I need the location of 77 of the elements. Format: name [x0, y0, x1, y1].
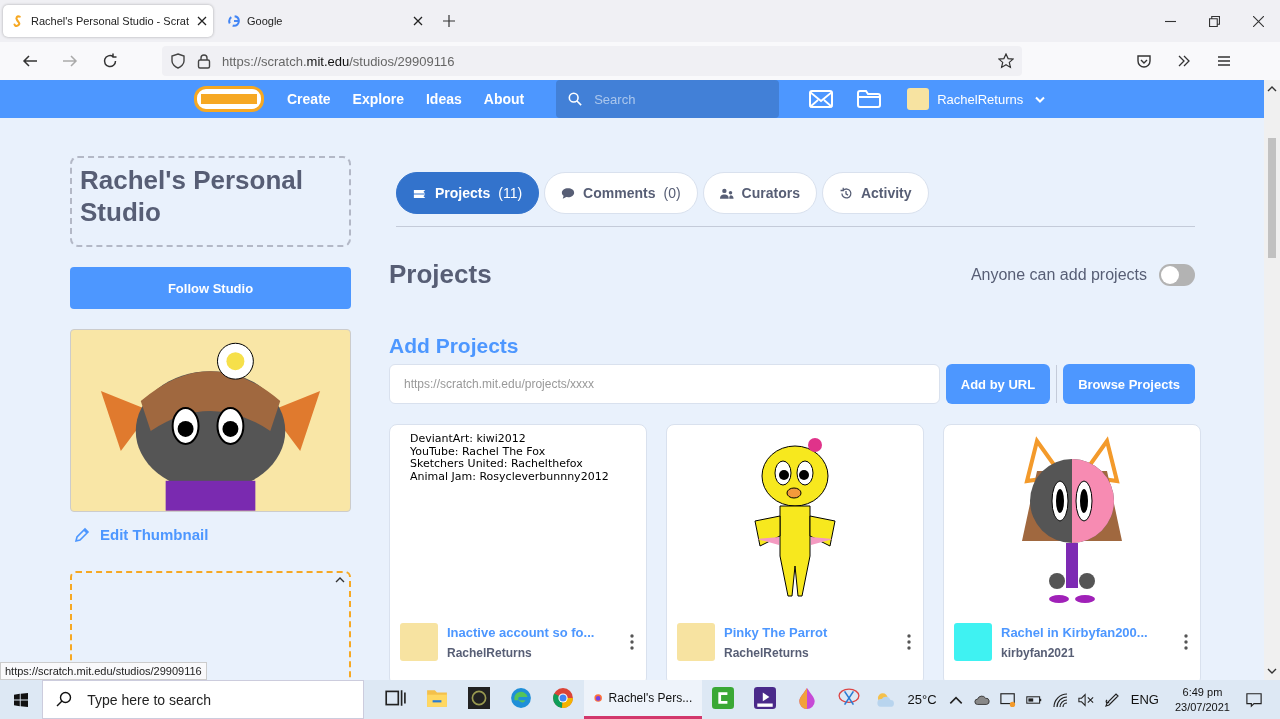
search-icon: [56, 691, 73, 707]
search-field[interactable]: Search: [556, 80, 780, 118]
pen-icon[interactable]: [1103, 691, 1120, 708]
close-tab-icon[interactable]: [413, 16, 423, 26]
pencil-icon: [74, 526, 90, 543]
studio-title: Rachel's Personal Studio: [80, 164, 304, 228]
chrome-icon: [552, 687, 575, 709]
clock[interactable]: 6:49 pm 23/07/2021: [1174, 684, 1230, 715]
browser-tab[interactable]: Google: [219, 5, 429, 37]
scroll-up-icon[interactable]: [1267, 86, 1277, 92]
people-icon: [719, 186, 734, 200]
app-icon: [712, 687, 735, 709]
project-card[interactable]: Rachel in Kirbyfan200... kirbyfan2021: [943, 424, 1201, 680]
more-options-icon[interactable]: [630, 634, 634, 650]
windows-start-icon[interactable]: [14, 691, 29, 708]
folder-icon[interactable]: [857, 90, 882, 108]
language-indicator[interactable]: ENG: [1130, 692, 1159, 707]
new-tab-icon[interactable]: [443, 15, 455, 27]
studio-title-box[interactable]: Rachel's Personal Studio: [70, 156, 351, 247]
bookmark-star-icon[interactable]: [998, 53, 1014, 69]
search-icon: [568, 92, 583, 106]
monitor-icon[interactable]: [999, 691, 1016, 708]
taskbar-search-field[interactable]: Type here to search: [42, 680, 365, 719]
project-author[interactable]: RachelReturns: [447, 645, 621, 660]
toggle-switch[interactable]: [1159, 263, 1195, 286]
google-favicon-icon: [227, 14, 241, 28]
app-icon: [468, 687, 491, 709]
more-options-icon[interactable]: [907, 634, 911, 650]
thumbnail-text: Animal Jam: Rosycleverbunnny2012: [410, 470, 610, 483]
scroll-down-icon[interactable]: [1267, 668, 1277, 674]
scroll-up-icon[interactable]: [335, 577, 345, 583]
history-icon: [838, 186, 853, 200]
scrollbar[interactable]: [1264, 80, 1280, 680]
caret-icon[interactable]: [1035, 95, 1046, 103]
folder-icon: [426, 687, 449, 709]
restore-icon[interactable]: [1209, 15, 1220, 27]
envelope-icon[interactable]: [809, 90, 834, 108]
temperature[interactable]: 25°C: [907, 692, 937, 707]
chevrons-icon[interactable]: [1176, 53, 1192, 69]
projects-heading: Projects: [389, 259, 492, 290]
tab[interactable]: Curators: [702, 172, 817, 214]
project-card[interactable]: DeviantArt: kiwi2012 YouTube: Rachel The Fox Sketchers United: Rachelthefox Animal Jam: Rosycleverbunnny2012 Inactive account so fo... RachelReturns: [389, 424, 647, 680]
address-bar[interactable]: https://scratch.mit.edu/studios/29909116: [162, 46, 1022, 76]
shield-icon: [170, 53, 186, 69]
tab[interactable]: Projects (11): [396, 172, 540, 214]
project-url-field[interactable]: https://scratch.mit.edu/projects/xxxx: [389, 364, 940, 404]
tab[interactable]: Comments (0): [544, 172, 698, 214]
add-projects-heading: Add Projects: [389, 334, 520, 358]
speech-bubble-icon: [561, 186, 576, 200]
scratch-logo-drawing[interactable]: [194, 86, 264, 112]
toggle-label: Anyone can add projects: [970, 265, 1147, 284]
project-author[interactable]: kirbyfan2021: [1001, 645, 1175, 660]
scrollbar-thumb[interactable]: [1268, 138, 1276, 258]
thumbnail-text: Sketchers United: Rachelthefox: [410, 458, 584, 471]
menu-icon[interactable]: [1216, 53, 1232, 69]
url-text: https://scratch.mit.edu/studios/29909116: [222, 53, 455, 69]
edge-icon: [510, 687, 533, 709]
browser-tab[interactable]: Rachel's Personal Studio - Scrat: [3, 5, 213, 37]
reload-icon[interactable]: [102, 53, 118, 69]
back-icon[interactable]: [22, 53, 38, 69]
wifi-icon[interactable]: [1051, 691, 1068, 708]
status-url-tooltip: https://scratch.mit.edu/studios/29909116: [0, 662, 207, 680]
thumbnail-text: DeviantArt: kiwi2012: [410, 433, 527, 446]
notifications-icon[interactable]: [1246, 691, 1262, 708]
thumbnail-text: YouTube: Rachel The Fox: [410, 445, 547, 458]
more-options-icon[interactable]: [1184, 634, 1188, 650]
tab[interactable]: Activity: [821, 172, 929, 214]
pocket-icon[interactable]: [1136, 53, 1152, 69]
lock-icon: [196, 53, 212, 69]
muted-speaker-icon[interactable]: [1077, 691, 1094, 708]
task-view-icon: [384, 687, 407, 709]
taskbar-app[interactable]: Rachel's Pers...: [584, 680, 703, 719]
close-icon[interactable]: [1253, 15, 1264, 27]
video-app-icon: [754, 687, 777, 709]
project-card[interactable]: Pinky The Parrot RachelReturns: [666, 424, 924, 680]
close-tab-icon[interactable]: [197, 16, 207, 26]
project-author[interactable]: RachelReturns: [724, 645, 898, 660]
